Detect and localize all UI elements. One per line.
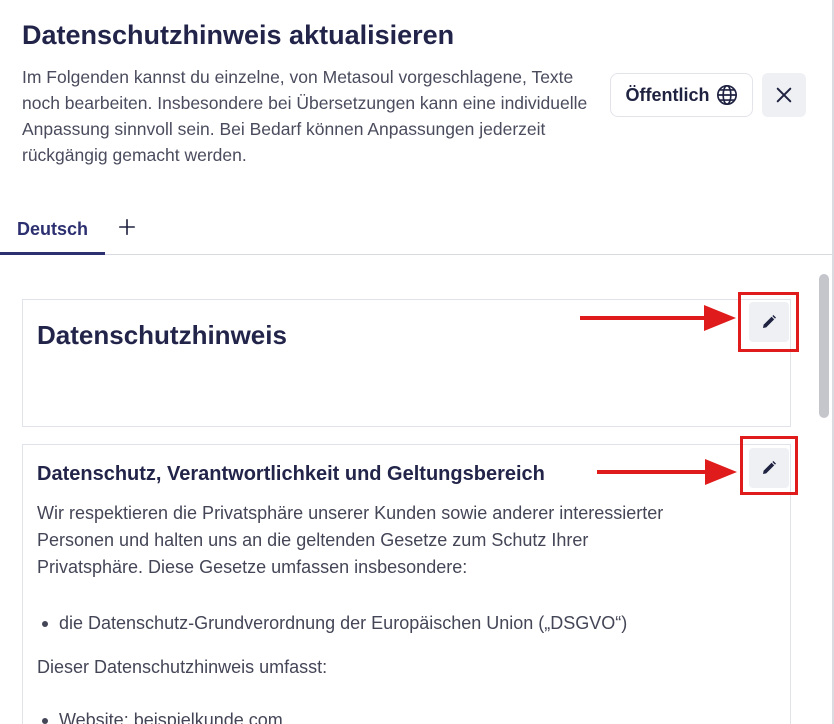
list-item: Website: beispielkunde.com bbox=[37, 707, 737, 724]
content-scroll-area[interactable]: Datenschutzhinweis Datenschutz, Verantwo… bbox=[0, 256, 834, 724]
add-language-button[interactable] bbox=[114, 214, 140, 240]
globe-icon bbox=[716, 85, 737, 105]
close-button[interactable] bbox=[762, 73, 806, 117]
visibility-label: Öffentlich bbox=[625, 84, 710, 105]
scrollbar-thumb[interactable] bbox=[819, 274, 829, 418]
annotation-highlight-box bbox=[738, 292, 799, 352]
section-paragraph: Wir respektieren die Privatsphäre unsere… bbox=[37, 503, 664, 577]
annotation-arrow bbox=[597, 459, 737, 485]
list-item: die Datenschutz-Grundverordnung der Euro… bbox=[37, 610, 737, 637]
dialog-header: Datenschutzhinweis aktualisieren Im Folg… bbox=[0, 0, 834, 200]
tab-deutsch[interactable]: Deutsch bbox=[0, 206, 105, 255]
language-tabs: Deutsch bbox=[0, 206, 834, 255]
dialog-title: Datenschutzhinweis aktualisieren bbox=[22, 20, 455, 50]
section-heading: Datenschutz, Verantwortlichkeit und Gelt… bbox=[37, 463, 545, 485]
visibility-button[interactable]: Öffentlich bbox=[610, 73, 753, 117]
close-icon bbox=[776, 87, 792, 103]
section-paragraph: Dieser Datenschutzhinweis umfasst: bbox=[37, 657, 328, 677]
dialog-description: Im Folgenden kannst du einzelne, von Met… bbox=[22, 67, 588, 165]
section-heading: Datenschutzhinweis bbox=[37, 320, 287, 350]
annotation-arrow bbox=[580, 305, 736, 331]
annotation-highlight-box bbox=[740, 436, 798, 495]
plus-icon bbox=[118, 218, 136, 236]
